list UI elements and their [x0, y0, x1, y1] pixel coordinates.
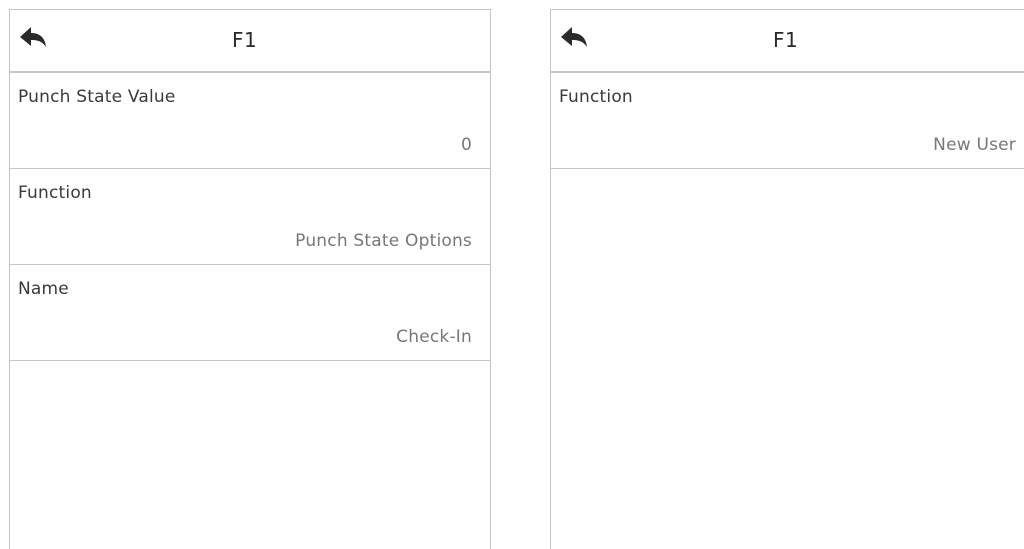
- item-value: Check-In: [396, 327, 472, 347]
- page-title: F1: [232, 28, 258, 52]
- list-item-name[interactable]: Name Check-In: [10, 265, 490, 361]
- item-label: Punch State Value: [18, 87, 176, 107]
- list-item-function[interactable]: Function New User: [551, 73, 1024, 169]
- item-label: Function: [559, 87, 633, 107]
- right-screen: F1 Function New User: [550, 9, 1024, 549]
- item-value: Punch State Options: [295, 231, 472, 251]
- list-item-function[interactable]: Function Punch State Options: [10, 169, 490, 265]
- header: F1: [551, 10, 1024, 73]
- item-value: New User: [933, 135, 1016, 155]
- back-arrow-icon[interactable]: [18, 24, 48, 56]
- left-screen: F1 Punch State Value 0 Function Punch St…: [9, 9, 491, 549]
- item-label: Name: [18, 279, 69, 299]
- header: F1: [10, 10, 490, 73]
- list-item-punch-state-value[interactable]: Punch State Value 0: [10, 73, 490, 169]
- item-label: Function: [18, 183, 92, 203]
- item-value: 0: [460, 135, 472, 155]
- page-title: F1: [773, 28, 799, 52]
- back-arrow-icon[interactable]: [559, 24, 589, 56]
